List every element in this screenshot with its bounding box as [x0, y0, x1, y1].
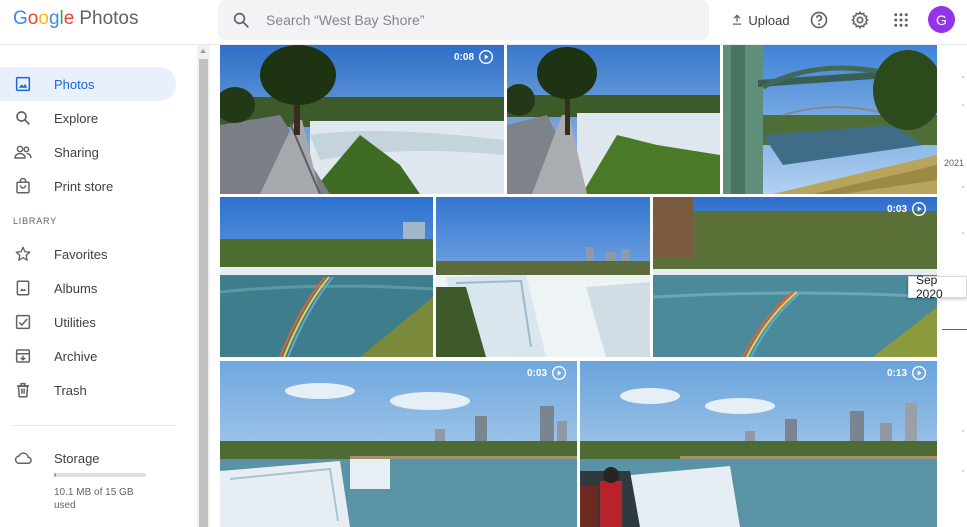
upload-icon [733, 14, 742, 25]
storage-usage-text: 10.1 MB of 15 GB used [54, 487, 134, 511]
apps-grid-icon [894, 13, 908, 27]
photo-thumbnail[interactable] [507, 45, 720, 194]
sidebar-item-label: Albums [54, 280, 98, 296]
sidebar-item-photos[interactable]: Photos [0, 67, 176, 101]
upload-button[interactable]: Upload [728, 6, 792, 34]
photo-thumbnail[interactable]: 0:13 [580, 361, 937, 527]
sidebar-item-label: Print store [54, 178, 114, 194]
account-avatar[interactable]: G [928, 6, 955, 33]
play-icon [912, 202, 926, 216]
sidebar-item-trash[interactable]: Trash [0, 373, 176, 407]
timeline-marker [962, 186, 964, 188]
search-icon[interactable] [232, 11, 250, 29]
sidebar-item-label: Utilities [54, 314, 96, 330]
sidebar-scrollbar[interactable] [197, 45, 210, 527]
photo-rainbow-bridge [723, 45, 937, 194]
star-icon [13, 244, 33, 264]
sidebar-item-print-store[interactable]: Print store [0, 169, 176, 203]
storage-progress-fill [54, 473, 56, 477]
photo-icon [13, 74, 33, 94]
sidebar-item-label: Favorites [54, 246, 108, 262]
sidebar-item-explore[interactable]: Explore [0, 101, 176, 135]
timeline-year-label[interactable]: 2021 [944, 158, 964, 168]
photo-thumbnail[interactable]: 0:08 [220, 45, 504, 194]
settings-button[interactable] [846, 6, 874, 34]
sidebar-item-label: Sharing [54, 144, 99, 160]
archive-icon [13, 346, 33, 366]
sidebar-item-favorites[interactable]: Favorites [0, 237, 176, 271]
sidebar-item-label: Explore [54, 110, 99, 126]
cloud-icon [13, 448, 33, 468]
timeline-scrubber-indicator[interactable] [942, 329, 967, 330]
scrollbar-thumb[interactable] [199, 59, 208, 527]
play-icon [479, 50, 493, 64]
photo-thumbnail[interactable]: 0:03 [220, 361, 577, 527]
timeline-marker [962, 104, 964, 106]
search-input[interactable] [264, 11, 668, 29]
sidebar-item-utilities[interactable]: Utilities [0, 305, 176, 339]
scroll-up-arrow-icon[interactable] [200, 49, 206, 53]
sidebar-divider [12, 425, 176, 426]
search-bar[interactable] [218, 0, 709, 40]
timeline-marker [962, 470, 964, 472]
checklist-icon [13, 312, 33, 332]
video-duration: 0:13 [886, 367, 907, 379]
video-badge: 0:03 [527, 365, 567, 381]
upload-label: Upload [748, 12, 790, 28]
photo-thumbnail[interactable]: 0:03 [653, 197, 937, 357]
photo-thumbnail[interactable] [436, 197, 650, 357]
help-button[interactable] [805, 6, 833, 34]
video-badge: 0:08 [454, 49, 494, 65]
video-badge: 0:03 [887, 201, 927, 217]
photo-horseshoe-falls [436, 197, 650, 357]
top-bar: GooglePhotos Upload G [0, 0, 967, 45]
storage-progress-bar [54, 473, 146, 477]
photo-walkway-river [507, 45, 720, 194]
timeline-marker [962, 76, 964, 78]
sidebar-item-label: Photos [54, 76, 95, 92]
timeline-marker [962, 430, 964, 432]
photo-falls-skyline [220, 361, 577, 527]
photo-thumbnail[interactable] [723, 45, 937, 194]
logo-photos-text: Photos [79, 8, 139, 29]
search-icon [13, 108, 33, 128]
logo-google-wordmark: Google [13, 8, 75, 29]
sidebar-item-label: Storage [54, 450, 100, 466]
people-icon [13, 142, 33, 162]
sidebar-item-label: Archive [54, 348, 98, 364]
help-icon [810, 11, 828, 29]
photo-falls-rainbow [220, 197, 433, 357]
apps-button[interactable] [887, 6, 915, 34]
trash-icon [13, 380, 33, 400]
play-icon [552, 366, 566, 380]
video-duration: 0:03 [526, 367, 547, 379]
library-heading: LIBRARY [13, 216, 57, 226]
photo-river-rapids [220, 45, 504, 194]
sidebar: Photos Explore Sharing Print store LIBRA… [0, 45, 197, 527]
timeline-marker [962, 232, 964, 234]
photo-thumbnail[interactable] [220, 197, 433, 357]
sidebar-item-storage[interactable]: Storage [0, 441, 176, 475]
play-icon [912, 366, 926, 380]
gear-icon [851, 11, 869, 29]
video-badge: 0:13 [887, 365, 927, 381]
video-duration: 0:08 [453, 51, 474, 63]
sidebar-item-label: Trash [54, 382, 87, 398]
sidebar-item-archive[interactable]: Archive [0, 339, 176, 373]
shopping-bag-icon [13, 176, 33, 196]
timeline-date-tooltip: Sep 2020 [908, 273, 967, 301]
google-photos-logo[interactable]: Google Photos [13, 8, 138, 30]
sidebar-item-albums[interactable]: Albums [0, 271, 176, 305]
photo-gorge-rainbow [653, 197, 937, 357]
photo-falls-skyline-people [580, 361, 937, 527]
sidebar-item-sharing[interactable]: Sharing [0, 135, 176, 169]
album-icon [13, 278, 33, 298]
video-duration: 0:03 [886, 203, 907, 215]
